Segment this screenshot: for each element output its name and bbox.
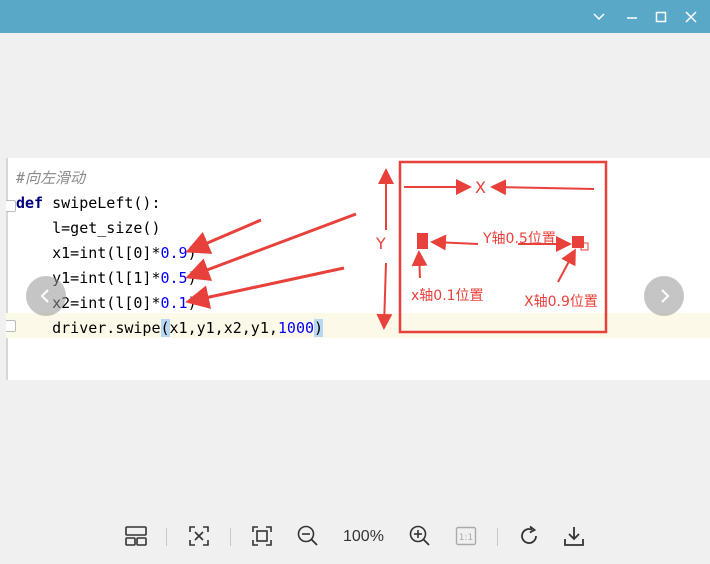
arrow-x2: [185, 266, 345, 309]
y-label: Y: [376, 234, 386, 253]
annotation-layer: [185, 160, 608, 334]
y-axis-position-label: Y轴0.5位置: [483, 231, 556, 247]
actual-fit-icon[interactable]: [248, 522, 276, 550]
previous-image-button[interactable]: [26, 276, 66, 316]
title-bar: [0, 0, 710, 33]
arrow-to-x01: [430, 234, 479, 251]
screenshot-image: #向左滑动 def swipeLeft(): l=get_size() x1=i…: [6, 158, 710, 380]
layout-icon[interactable]: [122, 522, 150, 550]
x09-position-label: X轴0.9位置: [524, 294, 598, 310]
point-x01: [417, 233, 428, 249]
svg-text:1:1: 1:1: [459, 533, 473, 543]
x01-position-label: x轴0.1位置: [411, 288, 484, 304]
next-image-button[interactable]: [644, 276, 684, 316]
arrow-label-x01: [411, 250, 428, 279]
viewer-toolbar: 100% 1:1: [0, 518, 710, 554]
one-to-one-icon[interactable]: 1:1: [452, 522, 480, 550]
toolbar-divider: [166, 528, 167, 546]
arrow-x-left: [490, 179, 595, 196]
toolbar-divider: [230, 528, 231, 546]
zoom-out-icon[interactable]: [294, 522, 322, 550]
arrow-y1: [185, 212, 357, 281]
zoom-in-icon[interactable]: [406, 522, 434, 550]
rotate-icon[interactable]: [515, 522, 543, 550]
fit-icon[interactable]: [185, 522, 213, 550]
maximize-icon[interactable]: [646, 0, 676, 33]
zoom-level: 100%: [343, 528, 384, 545]
minimize-icon[interactable]: [617, 0, 647, 33]
arrow-label-x09: [557, 248, 576, 283]
chevron-right-icon: [661, 289, 670, 303]
point-x09: [572, 236, 584, 248]
download-icon[interactable]: [560, 522, 588, 550]
arrow-x1: [185, 218, 262, 254]
arrow-y-down: [376, 262, 393, 330]
close-icon[interactable]: [676, 0, 706, 33]
chevron-down-icon[interactable]: [584, 0, 614, 33]
chevron-left-icon: [40, 289, 49, 303]
x-label: X: [475, 178, 486, 197]
toolbar-divider: [497, 528, 498, 546]
